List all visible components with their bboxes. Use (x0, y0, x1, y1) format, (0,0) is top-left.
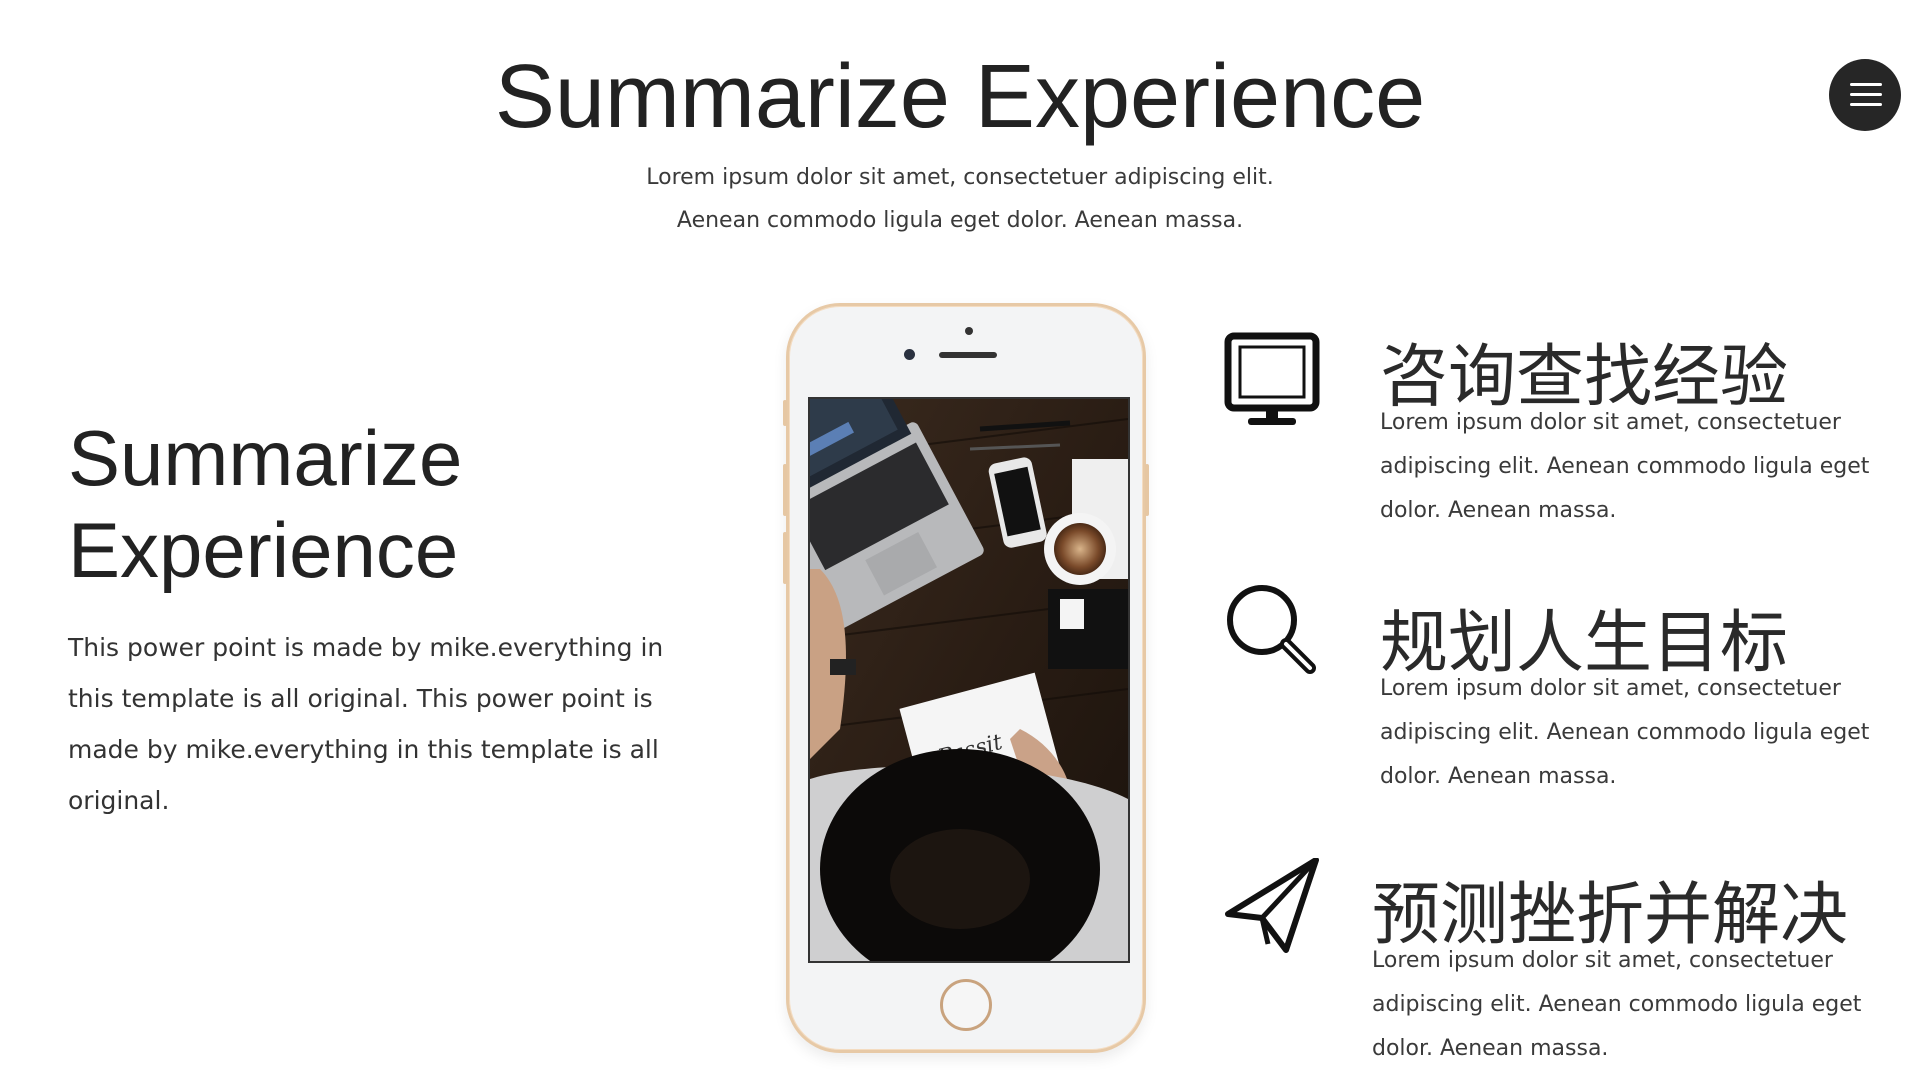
phone-camera (965, 327, 973, 335)
phone-mute-switch (783, 400, 787, 426)
page-title: Summarize Experience (494, 47, 1426, 147)
feature-1-text: Lorem ipsum dolor sit amet, consectetuer… (1380, 410, 1870, 523)
page-subtitle: Lorem ipsum dolor sit amet, consectetuer… (646, 165, 1274, 233)
menu-button[interactable] (1829, 59, 1901, 131)
magnifier-icon (1224, 582, 1320, 678)
phone-speaker (939, 352, 997, 358)
phone-mockup: Passit (783, 303, 1149, 1053)
phone-volume-down (783, 532, 787, 584)
feature-2-text: Lorem ipsum dolor sit amet, consectetuer… (1380, 676, 1870, 789)
section-title-line-1: Summarize (68, 414, 463, 502)
phone-power-button (1145, 464, 1149, 516)
section-title-line-2: Experience (68, 506, 459, 594)
paper-plane-icon (1224, 857, 1320, 954)
feature-3-text: Lorem ipsum dolor sit amet, consectetuer… (1372, 948, 1862, 1061)
section-body-text: This power point is made by mike.everyth… (68, 633, 664, 815)
monitor-icon (1224, 332, 1320, 428)
phone-home-button (940, 979, 992, 1031)
phone-sensor (904, 349, 915, 360)
phone-volume-up (783, 464, 787, 516)
section-title: Summarize Experience (68, 412, 628, 596)
desk-workspace-photo: Passit (808, 397, 1130, 963)
